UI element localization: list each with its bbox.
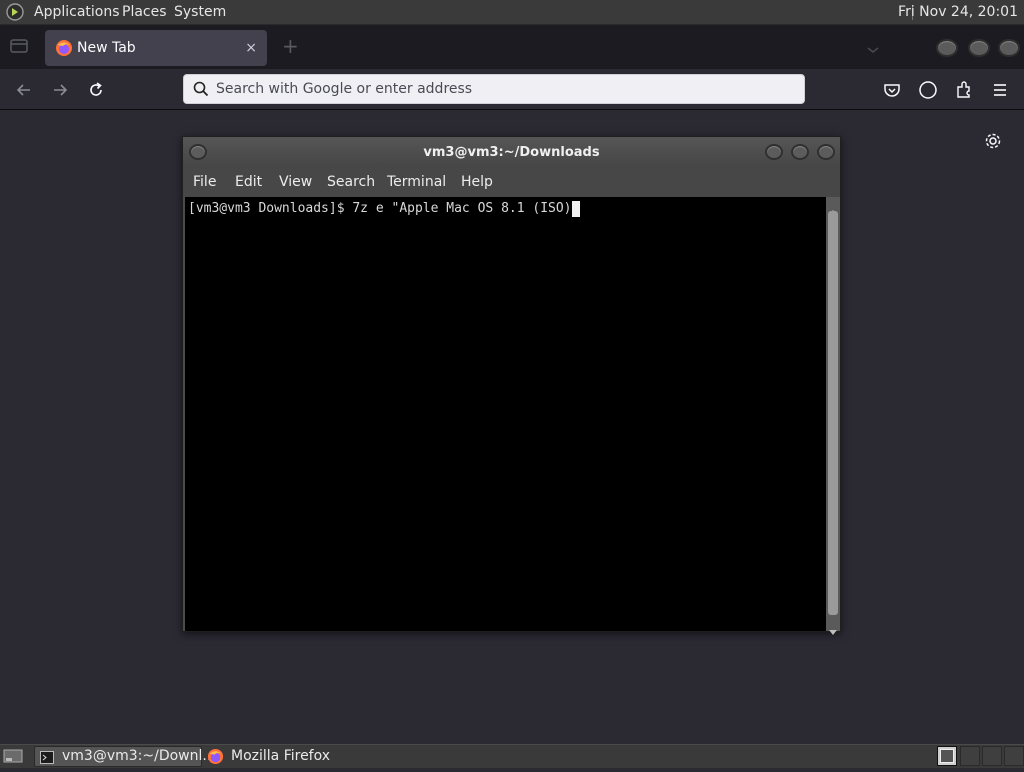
search-icon [193, 81, 209, 97]
workspace-3[interactable] [982, 746, 1002, 766]
tab-title: New Tab [77, 40, 136, 56]
terminal-command-line: [vm3@vm3 Downloads]$ 7z e "Apple Mac OS … [188, 201, 580, 217]
address-placeholder: Search with Google or enter address [216, 81, 473, 97]
address-bar[interactable]: Search with Google or enter address [183, 74, 805, 104]
hamburger-menu-icon[interactable] [990, 80, 1010, 100]
forward-arrow-icon[interactable] [50, 80, 70, 100]
close-window-button[interactable] [998, 39, 1020, 57]
terminal-maximize-button[interactable] [791, 144, 809, 160]
taskbar-label-firefox: Mozilla Firefox [231, 748, 331, 764]
terminal-minimize-button[interactable] [765, 144, 783, 160]
firefox-app-icon [207, 748, 224, 765]
pocket-icon[interactable] [882, 80, 902, 100]
account-icon[interactable] [918, 80, 938, 100]
menu-search[interactable]: Search [327, 167, 375, 197]
system-logo-icon[interactable] [6, 3, 24, 21]
workspace-1[interactable] [940, 749, 954, 763]
workspace-2[interactable] [960, 746, 980, 766]
show-desktop-icon[interactable] [3, 748, 23, 764]
menu-help[interactable]: Help [461, 167, 493, 197]
text-cursor [571, 201, 580, 217]
scrollbar-thumb[interactable] [828, 211, 838, 615]
tab-new-tab[interactable]: New Tab × [45, 30, 267, 66]
extensions-icon[interactable] [954, 80, 974, 100]
terminal-screen[interactable]: [vm3@vm3 Downloads]$ 7z e "Apple Mac OS … [185, 197, 826, 631]
top-panel: Applications Places System Fri Nov 24, 2… [0, 0, 1024, 25]
tab-close-icon[interactable]: × [245, 30, 257, 66]
terminal-title: vm3@vm3:~/Downloads [423, 145, 600, 160]
terminal-close-button[interactable] [817, 144, 835, 160]
list-all-tabs-icon[interactable] [866, 40, 880, 53]
terminal-scrollbar[interactable] [826, 197, 840, 635]
reload-icon[interactable] [86, 80, 106, 100]
taskbar-item-firefox[interactable]: Mozilla Firefox [204, 746, 354, 767]
gear-icon[interactable] [984, 132, 1002, 150]
firefox-icon [55, 39, 73, 57]
taskbar-label-terminal: vm3@vm3:~/Downl... [62, 748, 216, 764]
scroll-up-arrow-icon[interactable] [829, 200, 837, 215]
applications-menu[interactable]: Applications [34, 0, 120, 24]
workspace-switcher[interactable] [937, 746, 957, 766]
menu-edit[interactable]: Edit [235, 167, 262, 197]
menu-file[interactable]: File [193, 167, 216, 197]
maximize-window-button[interactable] [968, 39, 990, 57]
back-arrow-icon[interactable] [14, 80, 34, 100]
clock[interactable]: Fri Nov 24, 20:01 [898, 0, 1018, 24]
minimize-window-button[interactable] [936, 39, 958, 57]
terminal-window[interactable]: vm3@vm3:~/Downloads File Edit View Searc… [182, 136, 841, 635]
menu-view[interactable]: View [279, 167, 312, 197]
places-menu[interactable]: Places [122, 0, 167, 24]
taskbar-item-terminal[interactable]: vm3@vm3:~/Downl... [34, 746, 216, 767]
workspace-4[interactable] [1004, 746, 1024, 766]
terminal-app-icon [40, 750, 54, 764]
scroll-down-arrow-icon[interactable] [829, 621, 837, 635]
prompt-text: [vm3@vm3 Downloads]$ 7z e "Apple Mac OS … [188, 201, 572, 216]
menu-terminal[interactable]: Terminal [387, 167, 446, 197]
firefox-view-icon[interactable] [10, 38, 28, 54]
new-tab-button[interactable]: + [282, 34, 299, 58]
system-menu[interactable]: System [174, 0, 226, 24]
